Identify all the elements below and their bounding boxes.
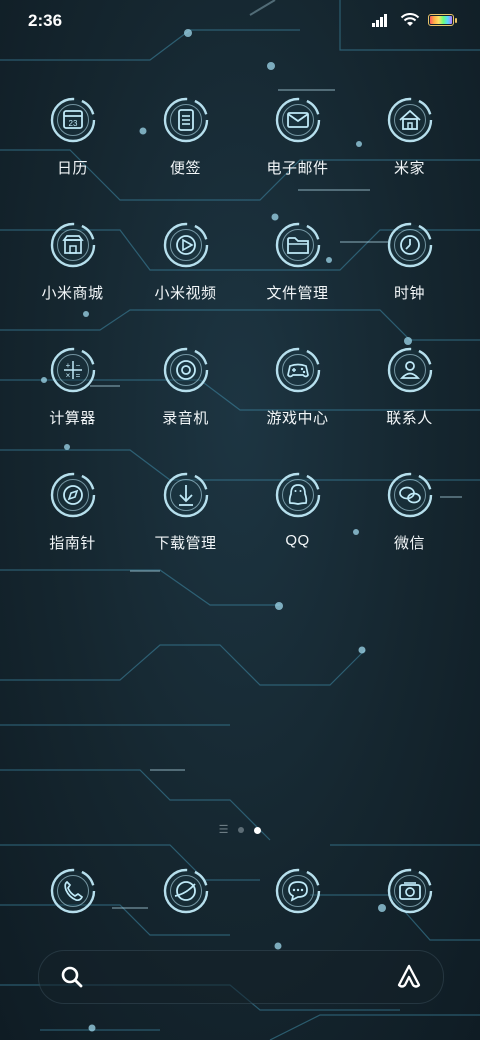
camera-icon: [387, 868, 432, 914]
app-label: 游戏中心: [266, 410, 329, 427]
app-label: 指南针: [49, 535, 96, 552]
dock-icon-wrap[interactable]: [385, 866, 435, 916]
clock-time: 2:36: [28, 11, 63, 30]
app-email[interactable]: 电子邮件: [241, 95, 354, 178]
app-qq-penguin[interactable]: QQ: [241, 470, 354, 549]
clock-icon: [387, 222, 432, 268]
search-bar[interactable]: [38, 950, 444, 1004]
app-icon-wrap[interactable]: [385, 345, 435, 395]
app-icon-wrap[interactable]: [161, 95, 211, 145]
qq-penguin-icon: [275, 472, 320, 518]
page-indicator[interactable]: ☰: [0, 823, 480, 837]
app-download[interactable]: 下载管理: [129, 470, 242, 553]
app-icon-wrap[interactable]: [273, 345, 323, 395]
app-icon-wrap[interactable]: [385, 95, 435, 145]
dock-app-browser[interactable]: [129, 866, 242, 916]
app-icon-wrap[interactable]: [161, 345, 211, 395]
app-wechat[interactable]: 微信: [353, 470, 466, 553]
app-clock[interactable]: 时钟: [353, 220, 466, 303]
app-label: 微信: [393, 535, 425, 552]
search-icon[interactable]: [59, 964, 85, 990]
calculator-icon: + −× =: [50, 347, 95, 393]
calendar-icon: 23: [50, 97, 95, 143]
calendar-day-text: 23: [68, 119, 77, 128]
app-label: 下载管理: [154, 535, 217, 552]
compass-icon: [50, 472, 95, 518]
dock-app-camera[interactable]: [353, 866, 466, 916]
page-dot-1[interactable]: [238, 827, 245, 833]
app-store[interactable]: 小米商城: [16, 220, 129, 303]
app-calendar[interactable]: 23 日历: [16, 95, 129, 178]
app-home[interactable]: 米家: [353, 95, 466, 178]
app-notes[interactable]: 便签: [129, 95, 242, 178]
app-label: 时钟: [393, 285, 425, 302]
app-icon-wrap[interactable]: [48, 220, 98, 270]
phone-icon: [50, 868, 95, 914]
download-icon: [163, 472, 208, 518]
wechat-icon: [387, 472, 432, 518]
dock-icon-wrap[interactable]: [48, 866, 98, 916]
app-gamepad[interactable]: 游戏中心: [241, 345, 354, 428]
contacts-icon: [387, 347, 432, 393]
app-icon-wrap[interactable]: + − × =: [48, 345, 98, 395]
app-icon-wrap[interactable]: 23: [48, 95, 98, 145]
browser-icon: [163, 868, 208, 914]
app-icon-wrap[interactable]: [161, 470, 211, 520]
app-icon-wrap[interactable]: [273, 220, 323, 270]
app-label: 小米视频: [154, 285, 217, 302]
app-folder[interactable]: 文件管理: [241, 220, 354, 303]
notes-icon: [163, 97, 208, 143]
app-label: 便签: [169, 160, 201, 177]
app-label: 日历: [56, 160, 88, 177]
email-icon: [275, 97, 320, 143]
app-label: 录音机: [162, 410, 209, 427]
app-video-play[interactable]: 小米视频: [129, 220, 242, 303]
app-label: 联系人: [386, 410, 433, 427]
gamepad-icon: [275, 347, 320, 393]
store-icon: [50, 222, 95, 268]
dock-icon-wrap[interactable]: [161, 866, 211, 916]
app-contacts[interactable]: 联系人: [353, 345, 466, 428]
app-label: 文件管理: [266, 285, 329, 302]
app-icon-wrap[interactable]: [161, 220, 211, 270]
app-label: 计算器: [49, 410, 96, 427]
app-icon-wrap[interactable]: [273, 95, 323, 145]
status-bar: 2:36: [0, 0, 480, 40]
assistant-icon[interactable]: [395, 963, 423, 991]
app-icon-wrap[interactable]: [273, 470, 323, 520]
wifi-icon: [400, 13, 420, 26]
battery-icon: [428, 14, 457, 26]
recorder-icon: [163, 347, 208, 393]
page-menu-icon[interactable]: ☰: [219, 825, 229, 836]
status-icons: [372, 10, 457, 30]
dock-app-phone[interactable]: [16, 866, 129, 916]
app-label: QQ: [285, 532, 310, 549]
svg-text:×: ×: [65, 371, 70, 380]
video-play-icon: [163, 222, 208, 268]
svg-text:−: −: [75, 361, 80, 370]
app-icon-wrap[interactable]: [385, 470, 435, 520]
app-label: 电子邮件: [266, 160, 329, 177]
svg-text:+: +: [65, 361, 70, 370]
page-dot-2-active[interactable]: [254, 826, 262, 834]
messages-icon: [275, 868, 320, 914]
app-calculator[interactable]: + − × = 计算器: [16, 345, 129, 428]
app-label: 米家: [393, 160, 425, 177]
svg-text:=: =: [75, 371, 80, 380]
folder-icon: [275, 222, 320, 268]
app-icon-wrap[interactable]: [48, 470, 98, 520]
dock-app-messages[interactable]: [241, 866, 354, 916]
app-compass[interactable]: 指南针: [16, 470, 129, 553]
dock-icon-wrap[interactable]: [273, 866, 323, 916]
app-label: 小米商城: [41, 285, 104, 302]
app-recorder[interactable]: 录音机: [129, 345, 242, 428]
app-icon-wrap[interactable]: [385, 220, 435, 270]
signal-bars-icon: [372, 14, 387, 27]
home-icon: [387, 97, 432, 143]
